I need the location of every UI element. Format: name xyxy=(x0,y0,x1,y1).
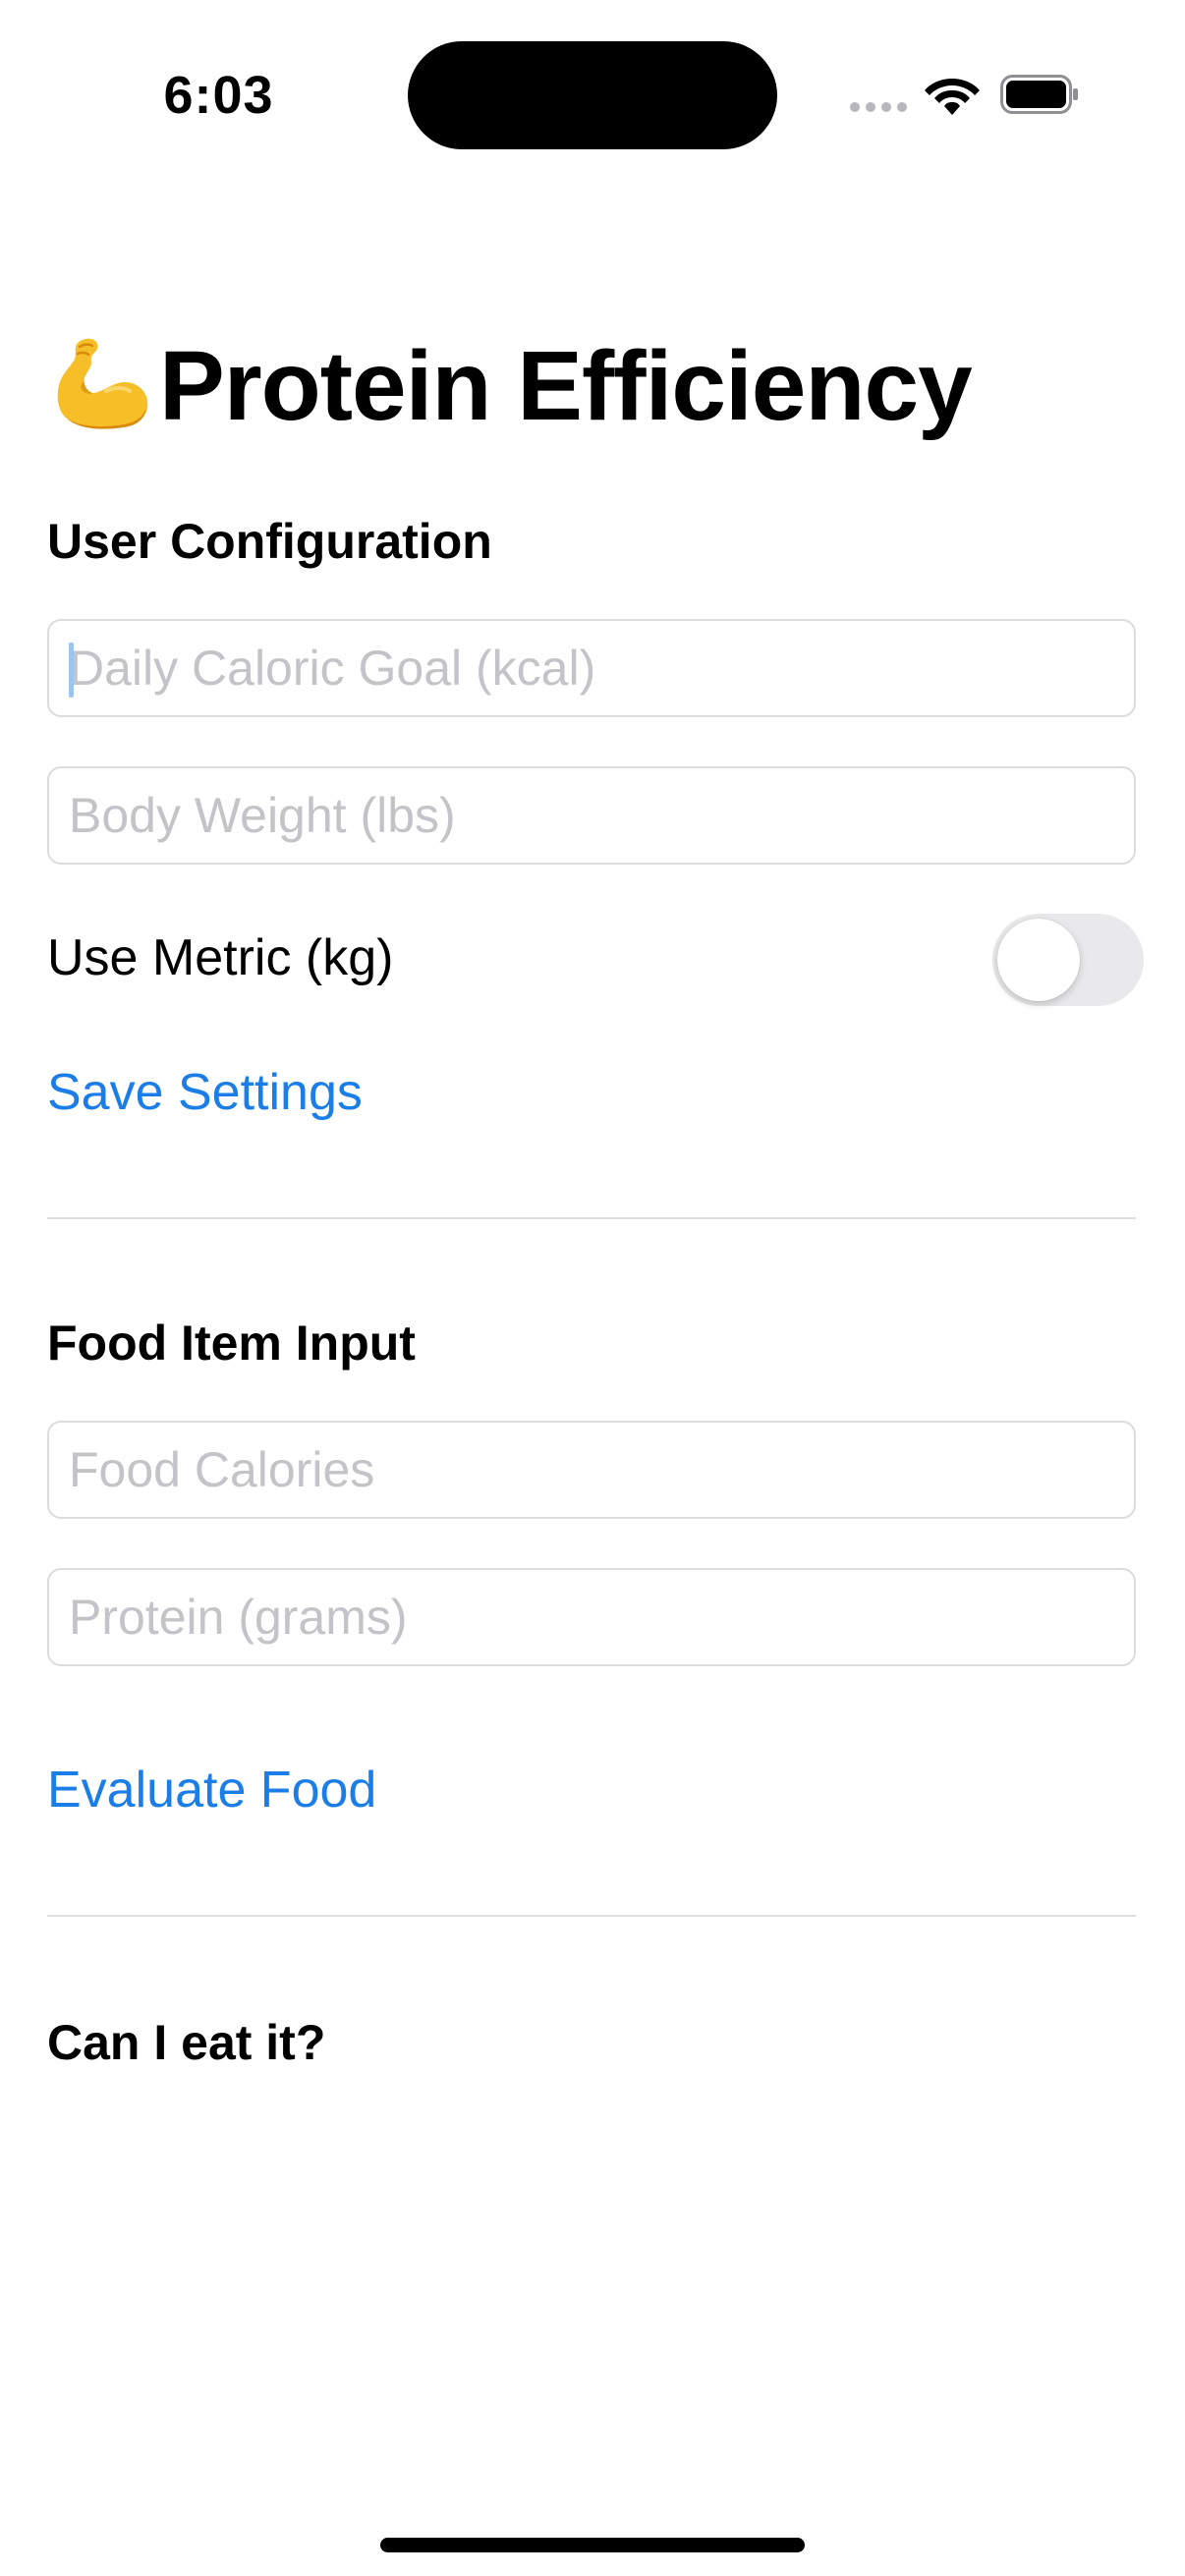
body-weight-input[interactable] xyxy=(49,768,1134,863)
flexed-biceps-icon xyxy=(57,338,148,429)
body-weight-field[interactable] xyxy=(47,766,1136,865)
cellular-signal-icon xyxy=(850,102,907,112)
home-indicator[interactable] xyxy=(380,2538,805,2552)
section-divider xyxy=(47,1217,1136,1219)
user-configuration-heading: User Configuration xyxy=(47,514,492,569)
text-caret xyxy=(69,643,74,698)
status-time: 6:03 xyxy=(163,66,274,125)
food-calories-field[interactable] xyxy=(47,1421,1136,1519)
toggle-knob xyxy=(997,919,1080,1001)
protein-grams-input[interactable] xyxy=(49,1570,1134,1664)
food-calories-input[interactable] xyxy=(49,1423,1134,1517)
food-item-input-heading: Food Item Input xyxy=(47,1316,416,1371)
can-i-eat-it-heading: Can I eat it? xyxy=(47,2015,326,2070)
dynamic-island xyxy=(408,41,777,149)
section-divider xyxy=(47,1915,1136,1917)
save-settings-button[interactable]: Save Settings xyxy=(47,1063,363,1122)
use-metric-label: Use Metric (kg) xyxy=(47,929,394,986)
protein-grams-field[interactable] xyxy=(47,1568,1136,1666)
evaluate-food-button[interactable]: Evaluate Food xyxy=(47,1761,376,1820)
page-title: Protein Efficiency xyxy=(47,327,973,445)
page-title-text: Protein Efficiency xyxy=(159,330,973,441)
battery-icon xyxy=(1000,75,1078,114)
daily-caloric-goal-field[interactable] xyxy=(47,619,1136,717)
daily-caloric-goal-input[interactable] xyxy=(49,621,1134,715)
use-metric-toggle[interactable] xyxy=(992,914,1144,1006)
wifi-icon xyxy=(925,79,980,115)
